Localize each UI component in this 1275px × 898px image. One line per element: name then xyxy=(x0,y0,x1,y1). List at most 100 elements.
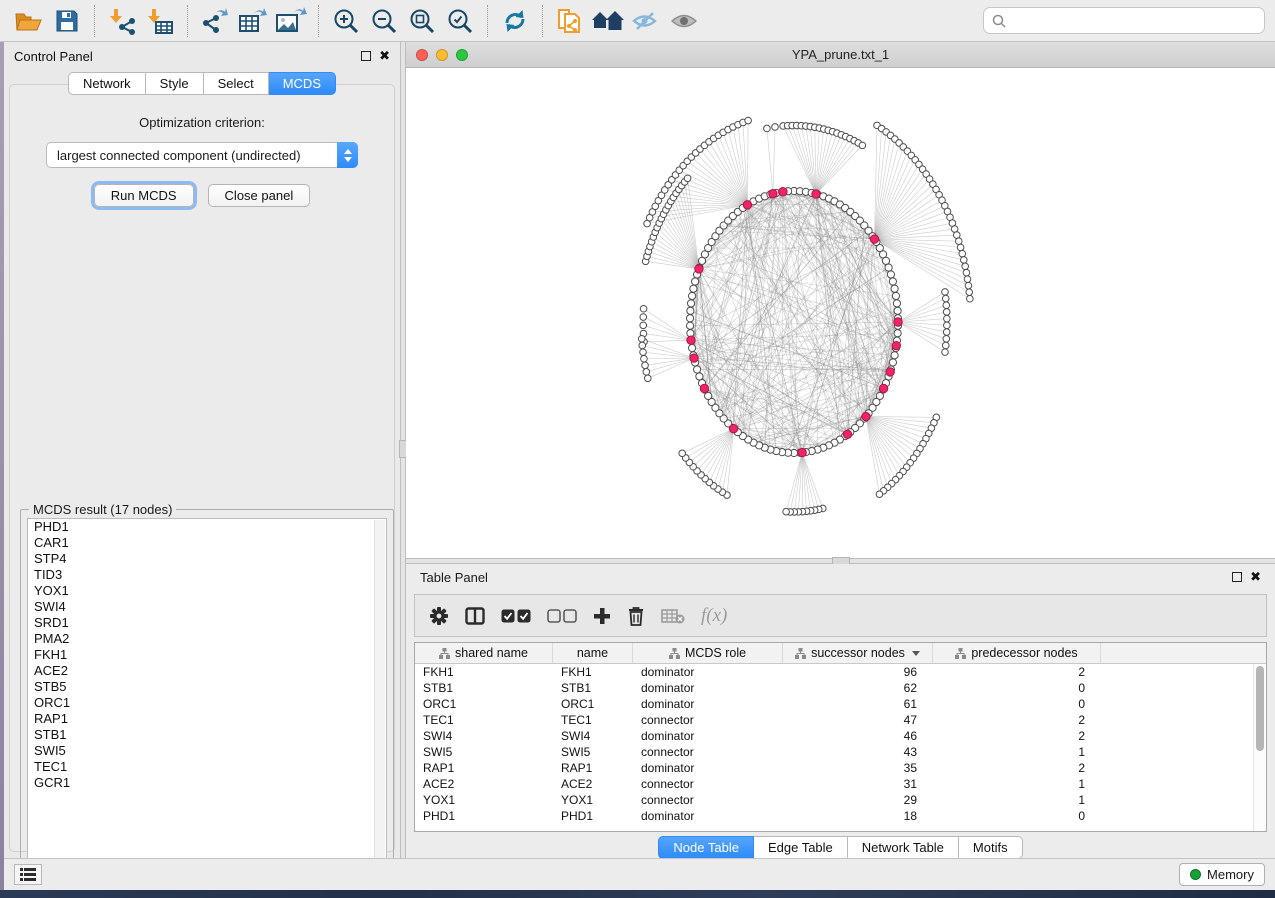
table-cell: connector xyxy=(633,792,783,808)
toolbar-separator xyxy=(187,5,188,37)
mcds-result-item[interactable]: ORC1 xyxy=(28,695,386,711)
search-input[interactable] xyxy=(1012,13,1256,28)
export-image-icon[interactable] xyxy=(274,4,308,38)
table-row[interactable]: YOX1YOX1connector291 xyxy=(415,792,1266,808)
save-session-icon[interactable] xyxy=(50,4,84,38)
mcds-result-item[interactable]: RAP1 xyxy=(28,711,386,727)
scrollbar-thumb[interactable] xyxy=(1256,666,1264,751)
column-header-shared-name[interactable]: shared name xyxy=(415,643,553,663)
function-builder-icon: f(x) xyxy=(701,605,727,627)
column-header-name[interactable]: name xyxy=(553,643,633,663)
table-cell: STB1 xyxy=(553,680,633,696)
mcds-result-item[interactable]: SWI5 xyxy=(28,743,386,759)
table-cell: YOX1 xyxy=(415,792,553,808)
search-box[interactable] xyxy=(983,7,1265,34)
table-row[interactable]: TEC1TEC1connector472 xyxy=(415,712,1266,728)
table-row[interactable]: ORC1ORC1dominator610 xyxy=(415,696,1266,712)
mcds-result-list[interactable]: PHD1CAR1STP4TID3YOX1SWI4SRD1PMA2FKH1ACE2… xyxy=(27,518,387,874)
mcds-result-item[interactable]: PHD1 xyxy=(28,519,386,535)
zoom-in-icon[interactable] xyxy=(329,4,363,38)
zoom-selected-icon[interactable] xyxy=(443,4,477,38)
column-header-successor-nodes[interactable]: successor nodes xyxy=(783,643,933,663)
zoom-fit-icon[interactable] xyxy=(405,4,439,38)
window-maximize-icon[interactable] xyxy=(456,49,468,61)
import-network-icon[interactable] xyxy=(105,4,139,38)
table-row[interactable]: FKH1FKH1dominator962 xyxy=(415,664,1266,680)
table-row[interactable]: SWI5SWI5connector431 xyxy=(415,744,1266,760)
table-row[interactable]: PHD1PHD1dominator180 xyxy=(415,808,1266,824)
table-scrollbar[interactable] xyxy=(1253,664,1266,831)
gear-icon[interactable] xyxy=(429,606,449,626)
run-mcds-button[interactable]: Run MCDS xyxy=(94,184,194,207)
tab-style[interactable]: Style xyxy=(146,72,204,95)
mcds-result-item[interactable]: STB5 xyxy=(28,679,386,695)
home-icon[interactable] xyxy=(591,4,625,38)
tab-edge-table[interactable]: Edge Table xyxy=(754,836,848,859)
table-cell: YOX1 xyxy=(553,792,633,808)
hide-selected-icon[interactable] xyxy=(629,4,663,38)
mcds-result-item[interactable]: STP4 xyxy=(28,551,386,567)
table-row[interactable]: ACE2ACE2connector311 xyxy=(415,776,1266,792)
add-column-icon[interactable] xyxy=(593,607,611,625)
mcds-result-item[interactable]: TEC1 xyxy=(28,759,386,775)
task-history-button[interactable] xyxy=(14,864,42,885)
table-row[interactable]: SWI4SWI4dominator462 xyxy=(415,728,1266,744)
window-minimize-icon[interactable] xyxy=(436,49,448,61)
table-row[interactable]: RAP1RAP1dominator352 xyxy=(415,760,1266,776)
tab-node-table[interactable]: Node Table xyxy=(658,836,754,859)
float-panel-icon[interactable] xyxy=(361,51,371,61)
table-cell: dominator xyxy=(633,664,783,680)
select-all-checkboxes-icon[interactable] xyxy=(501,609,531,623)
open-file-icon[interactable] xyxy=(12,4,46,38)
mcds-result-item[interactable]: SWI4 xyxy=(28,599,386,615)
export-network-icon[interactable] xyxy=(198,4,232,38)
mcds-result-item[interactable]: YOX1 xyxy=(28,583,386,599)
window-close-icon[interactable] xyxy=(416,49,428,61)
copy-network-icon[interactable] xyxy=(553,4,587,38)
mcds-result-item[interactable]: TID3 xyxy=(28,567,386,583)
refresh-icon[interactable] xyxy=(498,4,532,38)
mcds-list-scrollbar[interactable] xyxy=(374,520,385,872)
control-panel-title: Control Panel xyxy=(14,49,93,64)
network-graph[interactable] xyxy=(406,68,1275,558)
criterion-select[interactable]: largest connected component (undirected) xyxy=(46,142,358,168)
tab-network-table[interactable]: Network Table xyxy=(848,836,959,859)
tab-select[interactable]: Select xyxy=(204,72,269,95)
mcds-result-item[interactable]: CAR1 xyxy=(28,535,386,551)
column-header-MCDS-role[interactable]: MCDS role xyxy=(633,643,783,663)
tab-network[interactable]: Network xyxy=(68,72,146,95)
table-cell: SWI4 xyxy=(415,728,553,744)
mcds-result-item[interactable]: ACE2 xyxy=(28,663,386,679)
node-table[interactable]: shared namenameMCDS rolesuccessor nodesp… xyxy=(414,642,1267,832)
delete-column-icon[interactable] xyxy=(627,606,645,626)
toolbar-separator xyxy=(542,5,543,37)
table-cell: 31 xyxy=(783,776,933,792)
close-panel-icon[interactable]: ✖ xyxy=(379,51,390,61)
split-panel-icon[interactable] xyxy=(465,607,485,625)
table-row[interactable]: STB1STB1dominator620 xyxy=(415,680,1266,696)
export-table-icon[interactable] xyxy=(236,4,270,38)
mcds-result-item[interactable]: FKH1 xyxy=(28,647,386,663)
mcds-result-item[interactable]: STB1 xyxy=(28,727,386,743)
zoom-out-icon[interactable] xyxy=(367,4,401,38)
mcds-result-item[interactable]: SRD1 xyxy=(28,615,386,631)
table-header-row: shared namenameMCDS rolesuccessor nodesp… xyxy=(415,643,1266,664)
close-panel-icon[interactable]: ✖ xyxy=(1250,572,1261,582)
memory-button[interactable]: Memory xyxy=(1179,863,1265,886)
mcds-result-item[interactable]: GCR1 xyxy=(28,775,386,791)
close-panel-button[interactable]: Close panel xyxy=(208,184,311,207)
tab-mcds[interactable]: MCDS xyxy=(269,72,336,95)
table-cell: 0 xyxy=(933,696,1101,712)
deselect-all-checkboxes-icon[interactable] xyxy=(547,609,577,623)
table-cell: connector xyxy=(633,712,783,728)
column-header-predecessor-nodes[interactable]: predecessor nodes xyxy=(933,643,1101,663)
show-all-icon[interactable] xyxy=(667,4,701,38)
float-panel-icon[interactable] xyxy=(1232,572,1242,582)
network-titlebar[interactable]: YPA_prune.txt_1 xyxy=(406,42,1275,68)
mcds-result-item[interactable]: PMA2 xyxy=(28,631,386,647)
table-cell: ACE2 xyxy=(553,776,633,792)
import-table-icon[interactable] xyxy=(143,4,177,38)
network-canvas[interactable] xyxy=(406,68,1275,558)
tab-motifs[interactable]: Motifs xyxy=(959,836,1023,859)
list-icon xyxy=(20,868,36,881)
